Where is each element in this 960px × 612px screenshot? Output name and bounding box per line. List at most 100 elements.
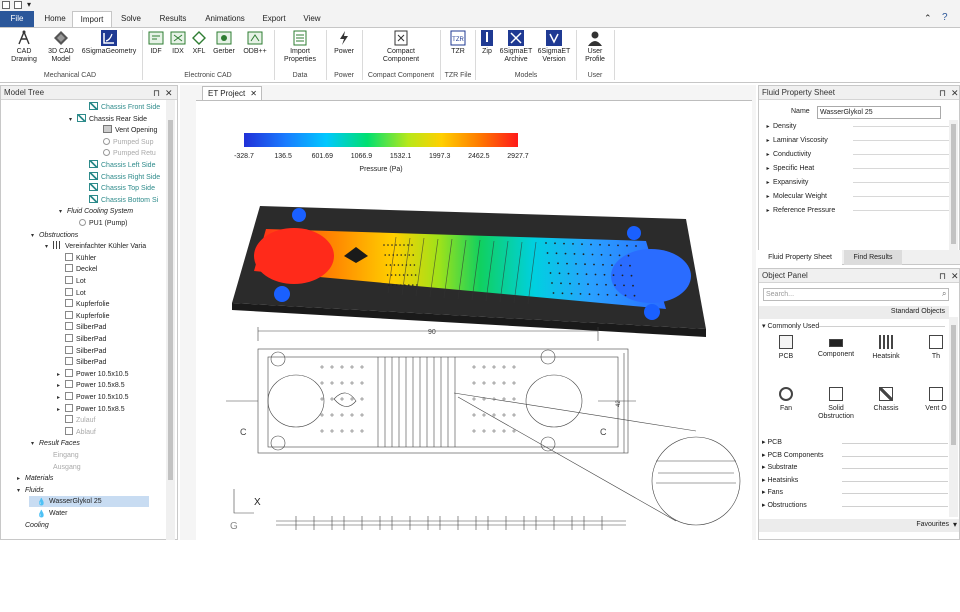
property-scrollbar[interactable]	[949, 120, 958, 250]
chevron-right-icon[interactable]: ▸	[17, 474, 25, 485]
object-panel-scrollbar[interactable]	[949, 317, 958, 517]
scrollbar-thumb[interactable]	[951, 325, 956, 445]
tree-item[interactable]: ▸ Power 10.5x8.5	[57, 380, 125, 391]
chevron-right-icon[interactable]: ▸	[57, 405, 65, 416]
chevron-right-icon[interactable]: ▸	[57, 393, 65, 404]
chevron-down-icon[interactable]: ▾	[69, 115, 77, 126]
tree-item[interactable]: ▾ Result Faces	[31, 438, 80, 449]
search-icon[interactable]: ⌕	[942, 289, 946, 299]
tree-item[interactable]: Ausgang	[45, 462, 81, 473]
object-section[interactable]: ▸ Substrate	[762, 462, 948, 473]
property-row[interactable]: ▸ Laminar Viscosity	[763, 134, 953, 147]
tree-item[interactable]: Chassis Front Side	[81, 102, 160, 113]
tree-item[interactable]: Vent Opening	[95, 125, 157, 136]
zip-button[interactable]: Zip	[478, 30, 496, 56]
viewport[interactable]: -328.7 136.5 601.69 1066.9 1532.1 1997.3 2462.…	[196, 100, 752, 540]
3d-cad-model-button[interactable]: 3D CAD Model	[44, 30, 78, 64]
tree-item[interactable]: 💧 WasserGlykol 25	[29, 496, 149, 508]
tree-item[interactable]: Lot	[57, 276, 86, 287]
pin-icon[interactable]: ⊓	[939, 269, 946, 283]
chevron-right-icon[interactable]: ▸	[57, 381, 65, 392]
property-row[interactable]: ▸ Reference Pressure	[763, 204, 953, 217]
favourites-bar[interactable]: Favourites ▾	[759, 519, 959, 532]
chevron-down-icon[interactable]: ▾	[31, 231, 39, 242]
tzr-button[interactable]: TZR TZR	[446, 30, 470, 56]
gerber-button[interactable]: Gerber	[210, 30, 238, 56]
model-tree-scrollbar[interactable]	[166, 100, 175, 540]
tree-item[interactable]: ▾ Vereinfachter Kühler Varia	[45, 241, 146, 252]
object-section[interactable]: ▸ Heatsinks	[762, 475, 948, 486]
6sigmageometry-button[interactable]: 6SigmaGeometry	[80, 30, 138, 56]
6sigmaet-version-button[interactable]: 6SigmaET Version	[536, 30, 572, 64]
tree-item[interactable]: Chassis Top Side	[81, 183, 155, 194]
pin-icon[interactable]: ⊓	[153, 86, 160, 100]
visibility-checkbox[interactable]	[65, 392, 73, 400]
object-component[interactable]: Component	[813, 335, 859, 359]
visibility-checkbox[interactable]	[65, 299, 73, 308]
tree-item[interactable]: Chassis Left Side	[81, 160, 155, 171]
tab-solve[interactable]: Solve	[112, 11, 150, 27]
property-row[interactable]: ▸ Molecular Weight	[763, 190, 953, 203]
tree-item[interactable]: ▾ Fluid Cooling System	[59, 206, 133, 217]
visibility-checkbox[interactable]	[65, 287, 73, 296]
chevron-down-icon[interactable]: ▾	[31, 439, 39, 450]
chevron-down-icon[interactable]: ▾	[59, 207, 67, 218]
help-icon[interactable]: ?	[942, 12, 948, 23]
tree-item[interactable]: 💧 Water	[29, 508, 67, 519]
tree-item[interactable]: Eingang	[45, 450, 79, 461]
object-section[interactable]: ▸ Obstructions	[762, 500, 948, 511]
property-row[interactable]: ▸ Density	[763, 120, 953, 133]
object-section[interactable]: ▸ Fans	[762, 487, 948, 498]
standard-objects-bar[interactable]: Standard Objects	[759, 306, 949, 319]
close-icon[interactable]: ✕	[951, 269, 959, 283]
tree-item[interactable]: Pumped Sup	[95, 137, 153, 148]
user-profile-button[interactable]: User Profile	[580, 30, 610, 64]
tab-results[interactable]: Results	[152, 11, 194, 27]
visibility-checkbox[interactable]	[65, 310, 73, 319]
tab-fluid-property-sheet[interactable]: Fluid Property Sheet	[758, 250, 842, 265]
tree-item[interactable]: SilberPad	[57, 345, 106, 357]
idx-button[interactable]: IDX	[168, 30, 188, 56]
tree-item[interactable]: Cooling	[17, 520, 49, 531]
idf-button[interactable]: IDF	[146, 30, 166, 56]
pin-icon[interactable]: ⊓	[939, 86, 946, 100]
tree-item[interactable]: Chassis Bottom Si	[81, 194, 158, 206]
commonly-used-section[interactable]: ▾ Commonly Used	[762, 321, 819, 332]
chevron-up-icon[interactable]: ⌃	[924, 13, 932, 24]
tab-find-results[interactable]: Find Results	[844, 250, 902, 265]
visibility-checkbox[interactable]	[65, 380, 73, 389]
power-button[interactable]: Power	[330, 30, 358, 56]
close-icon[interactable]: ✕	[951, 86, 959, 100]
visibility-checkbox[interactable]	[65, 357, 73, 366]
tree-item[interactable]: Deckel	[57, 264, 97, 275]
object-search-input[interactable]: Search...	[763, 288, 949, 301]
compact-component-button[interactable]: Compact Component	[378, 30, 424, 64]
tree-item[interactable]: PU1 (Pump)	[71, 218, 128, 229]
object-heatsink[interactable]: Heatsink	[863, 335, 909, 361]
tree-item[interactable]: ▸ Materials	[17, 473, 53, 484]
tab-animations[interactable]: Animations	[198, 11, 252, 27]
undo-icon[interactable]	[14, 1, 22, 9]
visibility-checkbox[interactable]	[65, 415, 73, 424]
property-row[interactable]: ▸ Conductivity	[763, 148, 953, 161]
object-fan[interactable]: Fan	[763, 387, 809, 413]
tree-item[interactable]: ▸ Power 10.5x10.5	[57, 368, 129, 381]
visibility-checkbox[interactable]	[65, 403, 73, 412]
cad-drawing-button[interactable]: CAD Drawing	[6, 30, 42, 64]
visibility-checkbox[interactable]	[65, 252, 73, 261]
6sigmaet-archive-button[interactable]: 6SigmaET Archive	[498, 30, 534, 64]
visibility-checkbox[interactable]	[65, 334, 73, 342]
tab-file[interactable]: File	[0, 11, 34, 27]
chevron-right-icon[interactable]: ▸	[57, 370, 65, 381]
chevron-down-icon[interactable]: ▾	[17, 486, 25, 497]
tree-item[interactable]: ▾ Fluids	[17, 485, 44, 496]
object-section[interactable]: ▸ PCB Components	[762, 450, 948, 461]
tab-et-project[interactable]: ET Project ✕	[202, 86, 262, 100]
tree-item[interactable]: Ablauf	[57, 426, 96, 438]
tree-item[interactable]: ▸ Power 10.5x8.5	[57, 403, 125, 416]
tree-item[interactable]: SilberPad	[57, 357, 106, 368]
tree-item[interactable]: Pumped Retu	[95, 148, 156, 159]
import-properties-button[interactable]: Import Properties	[278, 30, 322, 64]
chevron-down-icon[interactable]: ▾	[27, 0, 31, 9]
tab-home[interactable]: Home	[36, 11, 74, 27]
